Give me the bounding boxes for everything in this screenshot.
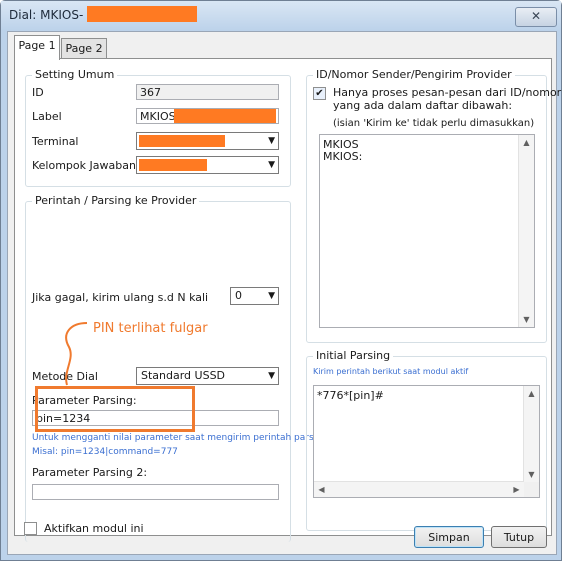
chevron-down-icon: ▼ [268,160,275,170]
terminal-label: Terminal [32,135,79,148]
initial-parsing-value: *776*[pin]# [317,389,384,402]
perintah-legend: Perintah / Parsing ke Provider [32,194,200,207]
annotation-arrow-icon [65,322,88,386]
chevron-down-icon: ▼ [268,136,275,146]
aktifkan-modul-label: Aktifkan modul ini [44,522,144,535]
label-field[interactable]: MKIOS- [136,108,279,124]
chevron-down-icon: ▼ [268,291,275,301]
scroll-down-icon[interactable]: ▼ [524,467,539,482]
check-icon: ✔ [315,88,324,99]
only-from-list-checkbox[interactable]: ✔ [313,87,326,100]
id-field[interactable]: 367 [136,84,279,100]
provider-list-textarea[interactable]: MKIOS MKIOS: ▲ ▼ [319,134,535,328]
initial-parsing-legend: Initial Parsing [313,349,394,362]
annotation-text: PIN terlihat fulgar [93,321,208,336]
initial-parsing-vscroll[interactable]: ▲ ▼ [523,386,539,482]
window-title: Dial: MKIOS- [9,8,84,22]
label-label: Label [32,110,62,123]
provider-legend: ID/Nomor Sender/Pengirim Provider [313,68,515,81]
id-label: ID [32,86,44,99]
only-from-list-label-line1: Hanya proses pesan-pesan dari ID/nomor [333,86,562,99]
simpan-button[interactable]: Simpan [414,526,484,548]
provider-list-scrollbar[interactable]: ▲ ▼ [518,135,534,327]
param-parsing-2-field[interactable] [32,484,279,500]
scroll-up-icon[interactable]: ▲ [519,135,534,150]
scroll-up-icon[interactable]: ▲ [524,386,539,401]
chevron-down-icon: ▼ [268,371,275,381]
scroll-left-icon[interactable]: ◀ [314,482,329,497]
initial-parsing-note: Kirim perintah berikut saat modul aktif [313,367,469,376]
provider-hint: (isian 'Kirim ke' tidak perlu dimasukkan… [333,118,535,129]
annotation-highlight-box [35,386,195,432]
label-redaction [174,109,276,123]
only-from-list-label-line2: yang ada dalam daftar dibawah: [333,99,513,112]
kelompok-redaction [139,159,207,171]
param-parsing-example: Misal: pin=1234|command=777 [32,447,178,457]
tab-page-1[interactable]: Page 1 [14,35,60,60]
provider-list-item: MKIOS: [323,150,363,163]
dialog-window: Dial: MKIOS- ✕ Page 1 Page 2 Setting Umu… [0,0,562,561]
terminal-select[interactable]: ▼ [136,132,279,150]
metode-dial-value: Standard USSD [141,369,226,382]
param-parsing-2-label: Parameter Parsing 2: [32,466,148,479]
metode-dial-select[interactable]: Standard USSD ▼ [136,367,279,385]
retry-label: Jika gagal, kirim ulang s.d N kali [32,291,209,304]
initial-parsing-hscroll[interactable]: ◀ ▶ [314,481,524,497]
scroll-right-icon[interactable]: ▶ [509,482,524,497]
tutup-button[interactable]: Tutup [491,526,547,548]
retry-select[interactable]: 0 ▼ [230,287,279,305]
retry-value: 0 [235,289,242,302]
close-icon: ✕ [530,9,542,23]
aktifkan-modul-checkbox[interactable] [24,522,37,535]
title-redaction [87,6,197,22]
tab-page-content: Setting Umum ID 367 Label MKIOS- Termina… [14,58,561,542]
scroll-down-icon[interactable]: ▼ [519,312,534,327]
dialog-client-area: Page 1 Page 2 Setting Umum ID 367 Label … [7,31,561,555]
kelompok-select[interactable]: ▼ [136,156,279,174]
tab-page-2[interactable]: Page 2 [61,38,107,59]
provider-group: ID/Nomor Sender/Pengirim Provider ✔ Hany… [306,68,561,343]
initial-parsing-textarea[interactable]: *776*[pin]# ▲ ▼ ◀ ▶ [313,385,540,498]
initial-parsing-group: Initial Parsing Kirim perintah berikut s… [306,349,547,531]
setting-umum-group: Setting Umum ID 367 Label MKIOS- Termina… [25,68,291,187]
setting-umum-legend: Setting Umum [32,68,118,81]
param-parsing-note: Untuk mengganti nilai parameter saat men… [32,433,328,443]
scroll-corner [524,482,539,497]
kelompok-label: Kelompok Jawaban [32,159,136,172]
terminal-redaction [139,135,225,147]
close-button[interactable]: ✕ [515,7,557,27]
title-bar[interactable]: Dial: MKIOS- ✕ [1,1,561,31]
